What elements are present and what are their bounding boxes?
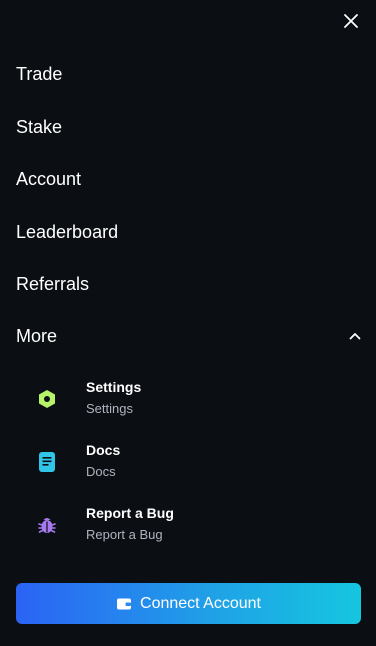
close-icon — [344, 13, 358, 33]
chevron-up-icon — [348, 329, 362, 343]
menu-item-account[interactable]: Account — [16, 167, 81, 191]
close-button[interactable] — [340, 12, 362, 34]
menu-item-referrals[interactable]: Referrals — [16, 272, 89, 296]
more-item-title: Settings — [86, 379, 142, 395]
wallet-icon — [116, 597, 132, 611]
more-item-description: Docs — [86, 464, 116, 479]
more-item-settings[interactable]: Settings Settings — [36, 378, 356, 426]
connect-account-button[interactable]: Connect Account — [16, 583, 361, 624]
more-item-report-bug[interactable]: Report a Bug Report a Bug — [36, 504, 356, 552]
more-item-title: Report a Bug — [86, 505, 174, 521]
more-item-title: Docs — [86, 442, 121, 458]
docs-icon — [36, 451, 58, 473]
menu-item-trade[interactable]: Trade — [16, 62, 62, 86]
settings-icon — [36, 388, 58, 410]
connect-account-label: Connect Account — [140, 594, 261, 612]
more-toggle[interactable]: More — [16, 324, 362, 348]
more-label: More — [16, 326, 58, 346]
more-item-description: Settings — [86, 401, 133, 416]
menu-item-stake[interactable]: Stake — [16, 115, 62, 139]
menu-item-leaderboard[interactable]: Leaderboard — [16, 220, 118, 244]
more-item-description: Report a Bug — [86, 527, 163, 542]
more-item-docs[interactable]: Docs Docs — [36, 441, 356, 489]
bug-icon — [36, 514, 58, 536]
